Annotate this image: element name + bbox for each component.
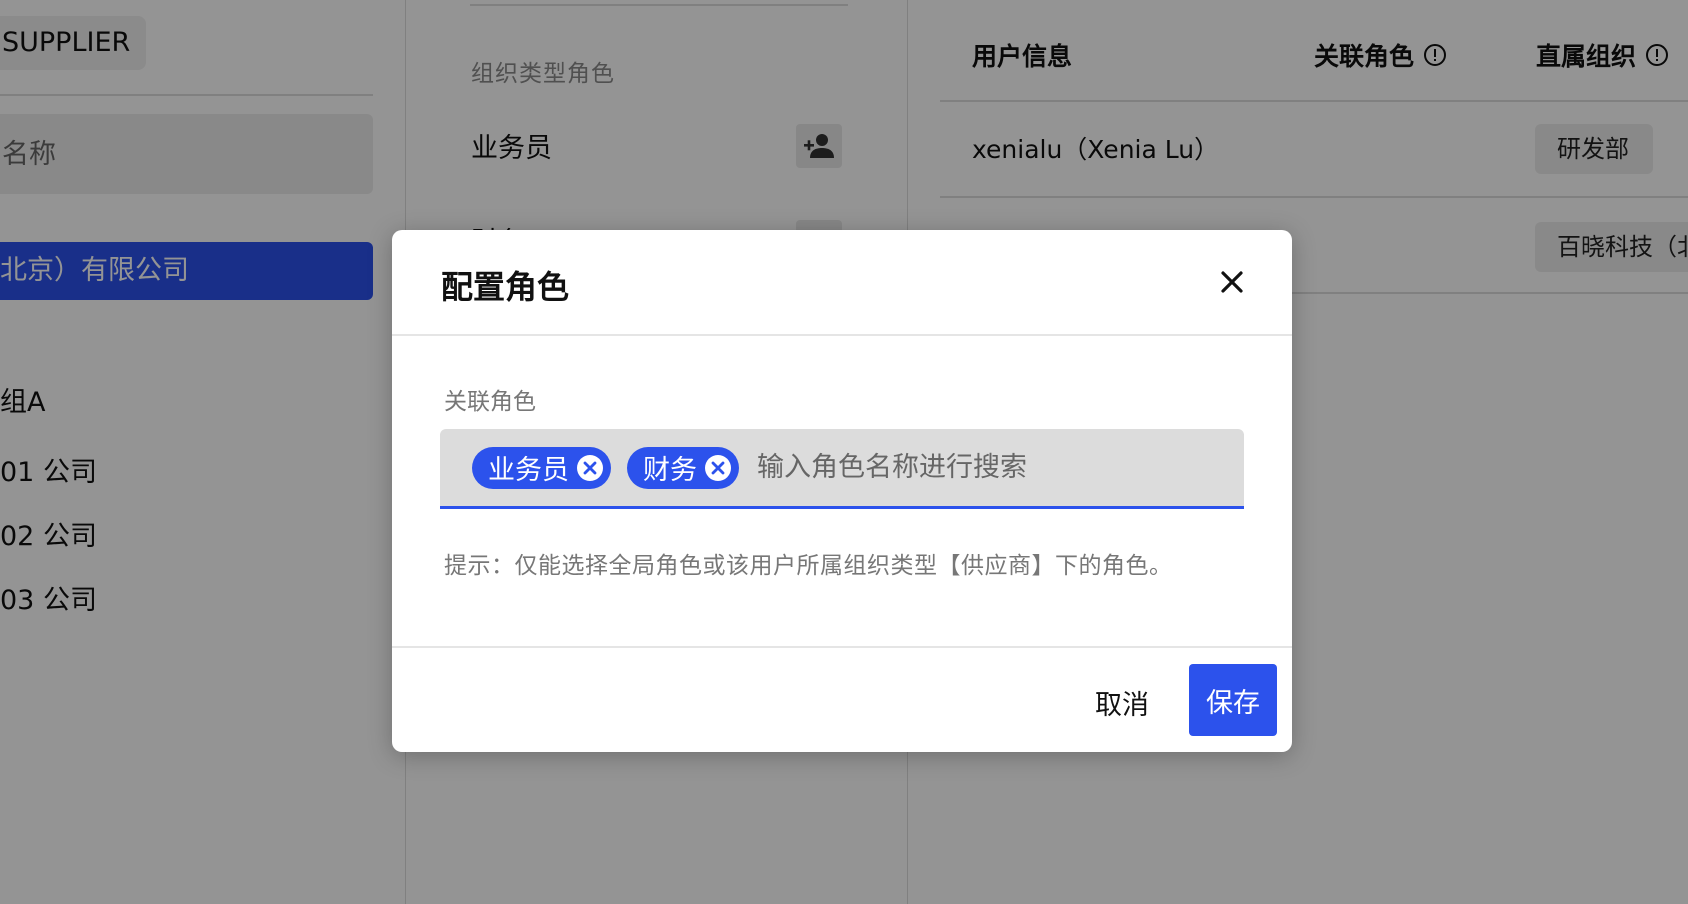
save-button[interactable]: 保存 [1189,664,1277,736]
role-chip-label: 业务员 [488,455,569,486]
role-select-field[interactable]: 业务员 财务 [440,428,1244,509]
chip-remove-button[interactable] [577,454,603,481]
role-chip-label: 财务 [643,455,697,486]
app-root: SUPPLIER 北京）有限公司 组A 01 公司 02 公司 03 公司 组织… [0,0,1688,904]
role-chip: 财务 [627,446,739,489]
role-search-input[interactable] [755,428,1244,507]
dialog-title: 配置角色 [441,268,570,306]
role-chip: 业务员 [472,446,611,489]
close-button[interactable] [1214,264,1250,300]
close-icon [1221,271,1243,293]
dialog-footer-divider [392,646,1292,648]
cancel-button[interactable]: 取消 [1082,666,1162,738]
hint-text: 提示：仅能选择全局角色或该用户所属组织类型【供应商】下的角色。 [444,553,1173,579]
configure-role-dialog: 配置角色 关联角色 业务员 财务 输入角色名称进行搜索 提示：仅能选择全局角色或… [392,230,1292,752]
chip-remove-icon [583,461,597,474]
dialog-header: 配置角色 [392,230,1292,336]
chip-remove-button[interactable] [705,454,731,481]
chip-remove-icon [711,461,725,474]
field-label: 关联角色 [444,389,536,415]
